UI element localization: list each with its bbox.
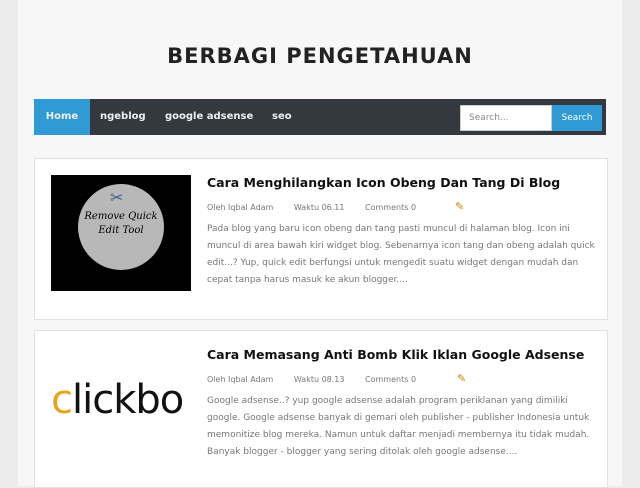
post-author[interactable]: Oleh Iqbal Adam: [207, 203, 273, 212]
post-author[interactable]: Oleh Iqbal Adam: [207, 375, 273, 384]
tools-icon: ✂: [110, 188, 124, 207]
thumbnail-logo-text: clickbo: [51, 377, 184, 423]
search-button[interactable]: Search: [552, 105, 602, 131]
post-card: clickbo Cara Memasang Anti Bomb Klik Ikl…: [34, 330, 608, 488]
post-excerpt: Pada blog yang baru icon obeng dan tang …: [207, 224, 595, 285]
post-comments[interactable]: Comments 0: [365, 375, 416, 384]
post-title[interactable]: Cara Menghilangkan Icon Obeng Dan Tang D…: [207, 175, 560, 190]
nav-item-google-adsense[interactable]: google adsense: [165, 99, 253, 135]
post-comments[interactable]: Comments 0: [365, 203, 416, 212]
post-meta: Oleh Iqbal Adam Waktu 08.13 Comments 0: [207, 375, 434, 384]
nav-item-seo[interactable]: seo: [272, 99, 292, 135]
thumbnail-circle: ✂ Remove Quick Edit Tool: [78, 184, 164, 270]
nav-item-ngeblog[interactable]: ngeblog: [100, 99, 146, 135]
thumbnail-logo-text: Remove Quick Edit Tool: [84, 211, 158, 236]
nav-bar: Home ngeblog google adsense seo Search..…: [34, 99, 606, 135]
post-card: ✂ Remove Quick Edit Tool Cara Menghilang…: [34, 158, 608, 320]
site-title[interactable]: BERBAGI PENGETAHUAN: [18, 44, 622, 68]
search-input[interactable]: Search...: [460, 105, 552, 131]
post-excerpt: Google adsense..? yup google adsense ada…: [207, 396, 590, 457]
post-time: Waktu 08.13: [293, 375, 345, 384]
post-meta: Oleh Iqbal Adam Waktu 06.11 Comments 0: [207, 203, 434, 212]
page-container: BERBAGI PENGETAHUAN Home ngeblog google …: [18, 0, 622, 488]
nav-item-home[interactable]: Home: [34, 99, 90, 135]
post-thumbnail[interactable]: ✂ Remove Quick Edit Tool: [51, 175, 191, 291]
post-thumbnail[interactable]: clickbo: [51, 347, 191, 463]
pencil-icon[interactable]: ✎: [457, 372, 466, 385]
post-title[interactable]: Cara Memasang Anti Bomb Klik Iklan Googl…: [207, 347, 584, 362]
post-time: Waktu 06.11: [293, 203, 345, 212]
pencil-icon[interactable]: ✎: [455, 200, 464, 213]
